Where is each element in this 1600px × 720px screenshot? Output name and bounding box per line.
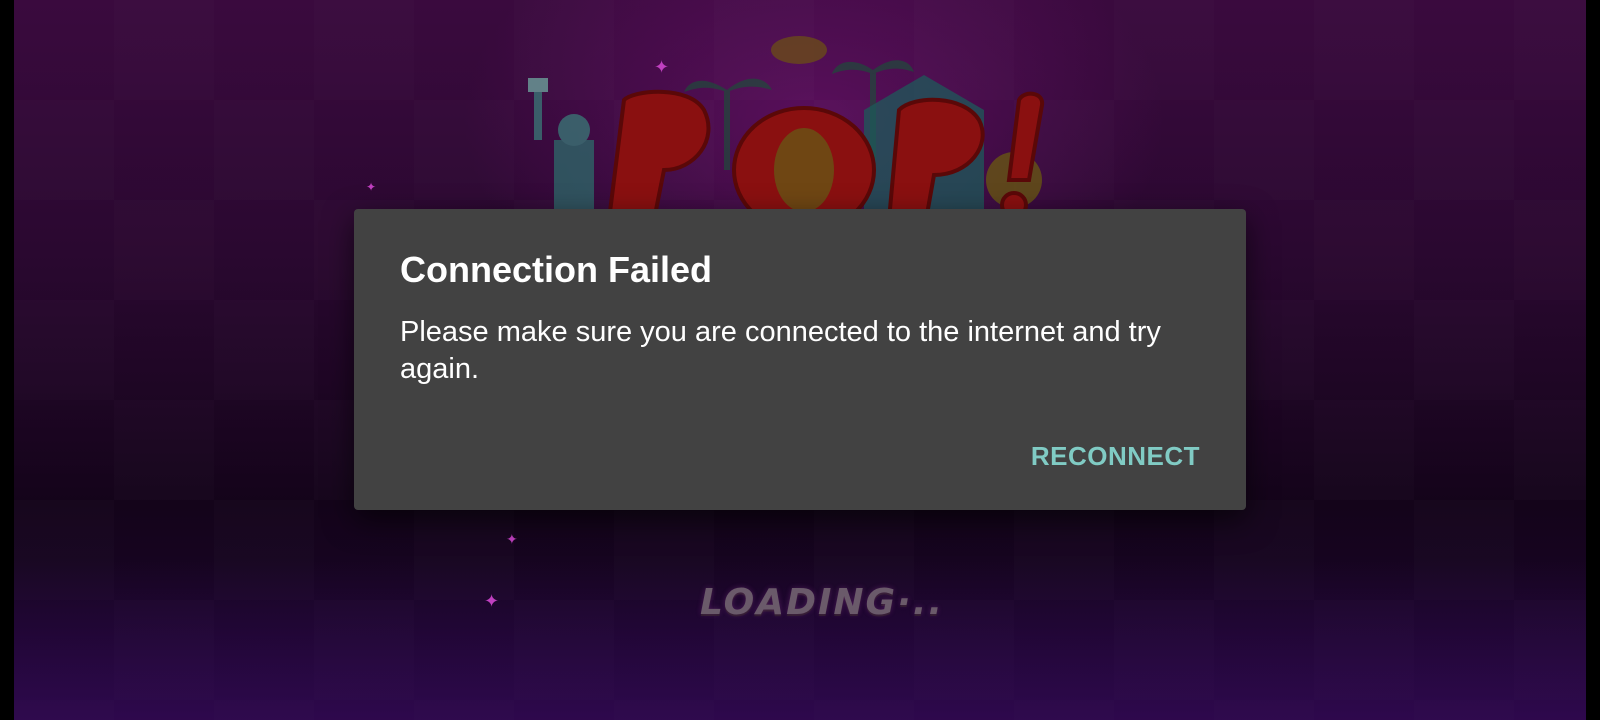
sparkle-icon: ✦ xyxy=(366,180,377,194)
dialog-message: Please make sure you are connected to th… xyxy=(400,316,1161,385)
dialog-title: Connection Failed xyxy=(400,249,713,290)
loading-text: LOADING·.. xyxy=(700,582,945,623)
sparkle-icon: ✦ xyxy=(506,531,518,547)
connection-failed-dialog: Connection Failed Please make sure you a… xyxy=(354,209,1246,510)
reconnect-button[interactable]: RECONNECT xyxy=(1031,435,1200,478)
screen: ✦ ✦ ✦ ✦ LOADING·.. Connection Failed Ple… xyxy=(0,0,1600,720)
sparkle-icon: ✦ xyxy=(484,591,500,611)
pop-logo xyxy=(528,36,1045,220)
sparkle-icon: ✦ xyxy=(654,57,670,77)
statue-icon xyxy=(528,78,594,220)
